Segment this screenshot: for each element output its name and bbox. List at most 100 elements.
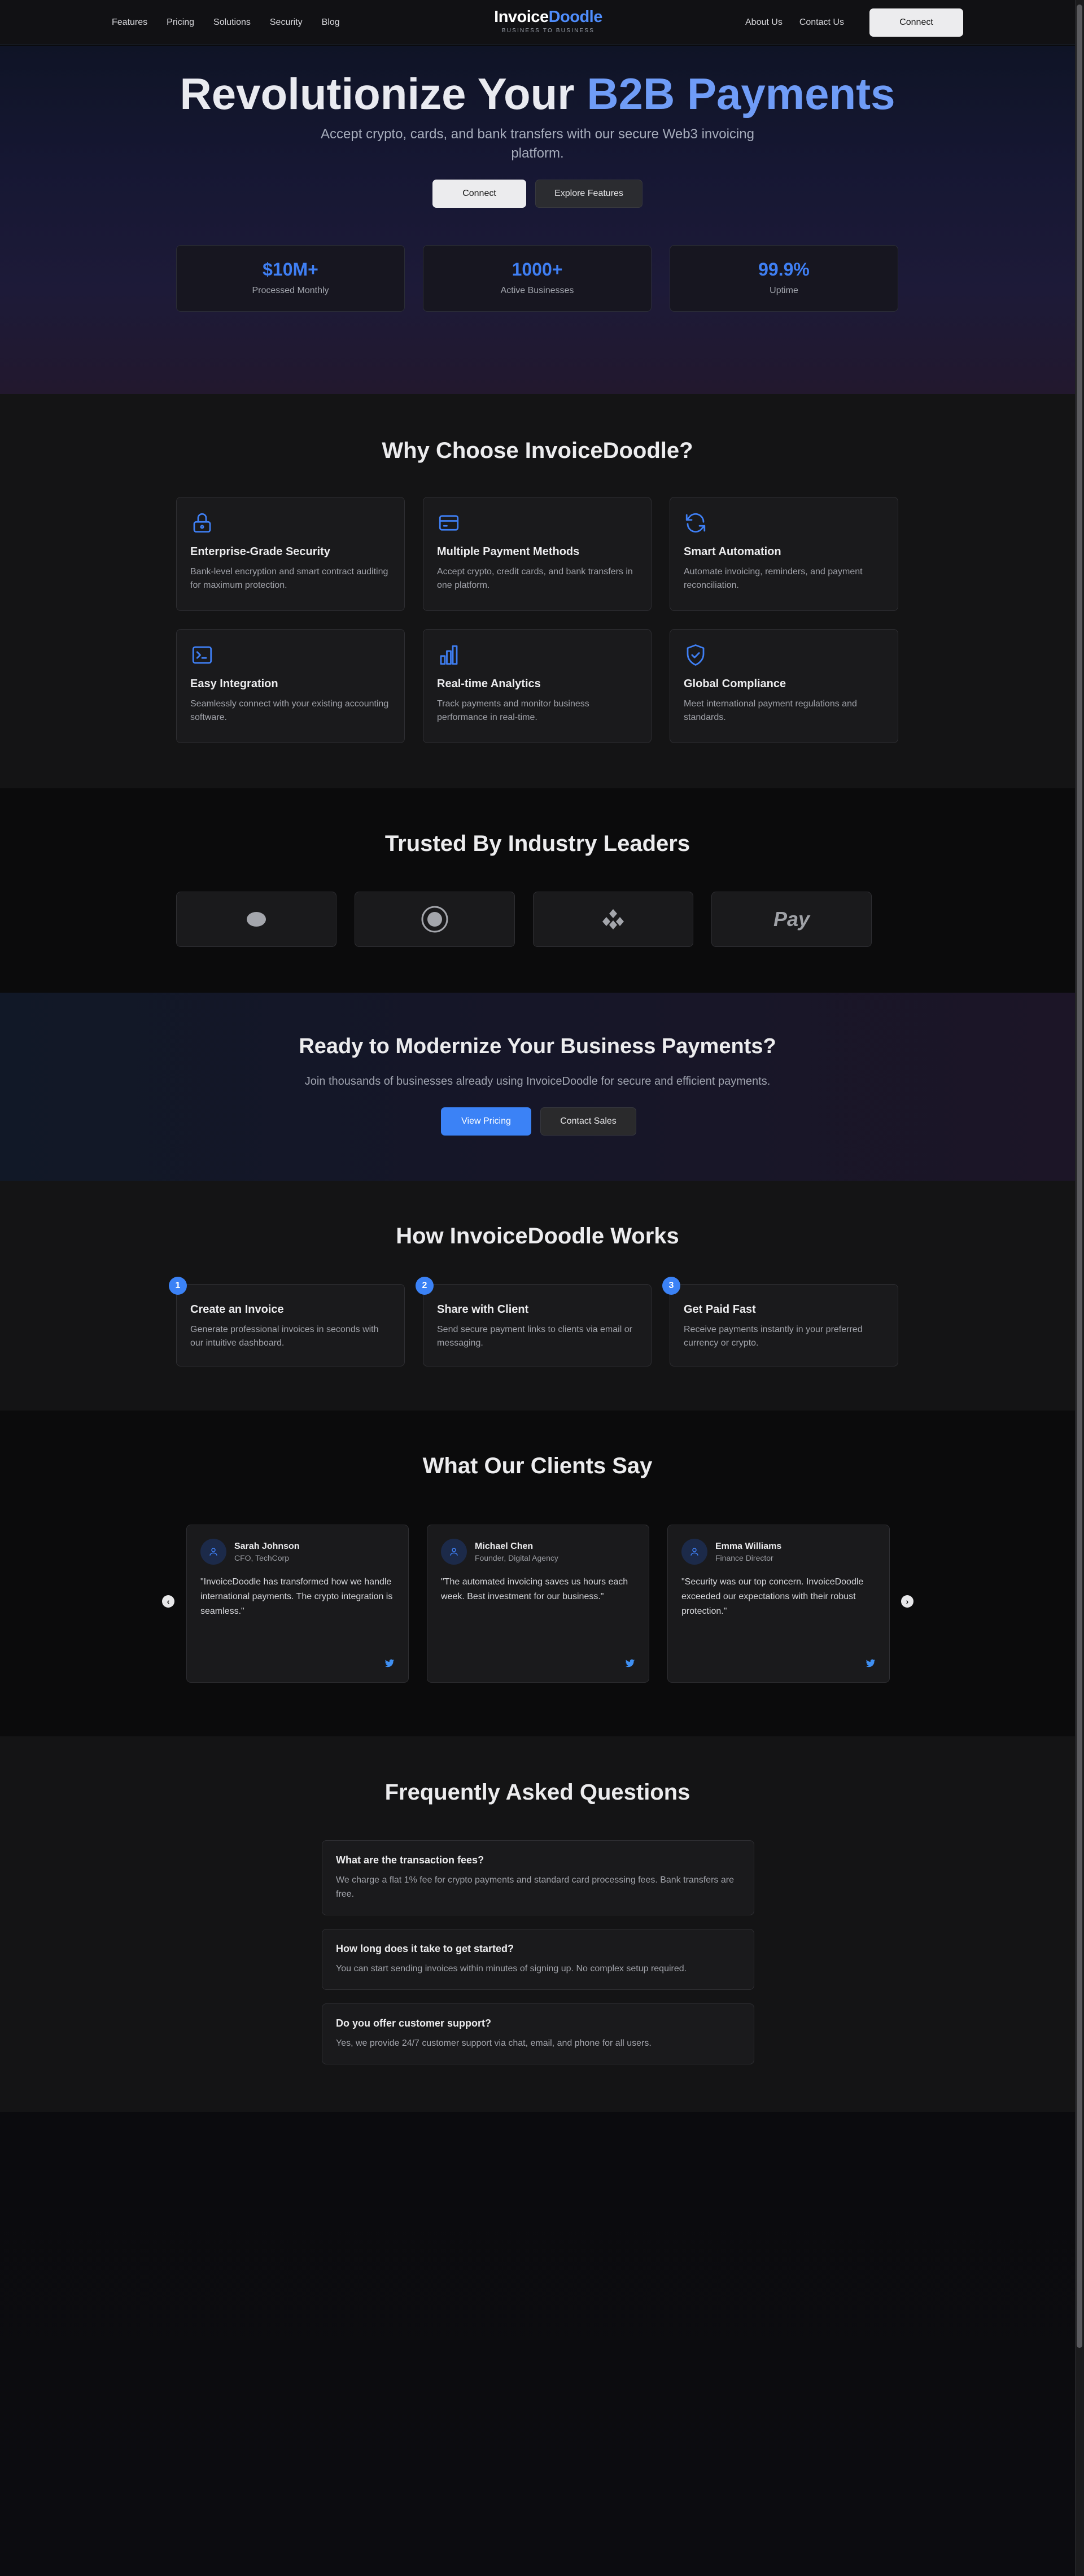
feature-title: Global Compliance [684,678,786,690]
avatar [441,1539,467,1565]
trusted-title: Trusted By Industry Leaders [384,831,690,856]
twitter-icon[interactable] [625,1658,635,1669]
faq-item[interactable]: Do you offer customer support? Yes, we p… [322,2003,754,2064]
stat-value: 1000+ [512,259,563,280]
faq-answer: You can start sending invoices within mi… [336,1964,687,1974]
testimonial-card: Michael Chen Founder, Digital Agency "Th… [427,1525,649,1683]
twitter-icon[interactable] [866,1658,876,1669]
testimonials-title: What Our Clients Say [422,1453,653,1478]
faq-answer: We charge a flat 1% fee for crypto payme… [336,1875,734,1899]
hero-title-part1: Revolutionize Your [180,69,575,119]
nav-link-solutions[interactable]: Solutions [213,18,251,28]
scrollbar-thumb[interactable] [1077,5,1082,2348]
hero-subtitle: Accept crypto, cards, and bank transfers… [321,126,754,161]
testimonial-role: Founder, Digital Agency [475,1553,558,1562]
pill-logo-icon [247,912,266,927]
feature-desc: Seamlessly connect with your existing ac… [190,699,389,722]
testimonial-role: Finance Director [715,1553,773,1562]
contact-sales-button[interactable]: Contact Sales [540,1107,636,1136]
faq-question: How long does it take to get started? [336,1943,514,1954]
faq-title: Frequently Asked Questions [384,1780,690,1805]
nav-link-features[interactable]: Features [112,18,147,28]
testimonial-author: Emma Williams Finance Director [715,1542,781,1562]
nav-right-links: About Us Contact Us [745,0,844,45]
feature-card: Smart Automation Automate invoicing, rem… [670,497,898,611]
nav-link-contact-us[interactable]: Contact Us [799,18,844,28]
testimonial-role: CFO, TechCorp [234,1553,289,1562]
cta-buttons: View Pricing Contact Sales [441,1107,636,1136]
step-desc: Generate professional invoices in second… [190,1325,379,1348]
hero-title-part2: B2B Payments [587,69,895,119]
step-card: 1 Create an Invoice Generate professiona… [169,1277,405,1366]
credit-card-icon [439,515,459,531]
logo-wordmark: InvoiceDoodle [492,8,605,26]
testimonial-header: Michael Chen Founder, Digital Agency [441,1539,635,1565]
stat-label: Uptime [770,286,798,295]
faq-item[interactable]: What are the transaction fees? We charge… [322,1840,754,1915]
feature-title: Multiple Payment Methods [437,545,580,558]
feature-desc: Bank-level encryption and smart contract… [190,567,388,590]
testimonial-quote: "The automated invoicing saves us hours … [441,1577,628,1601]
step-card: 2 Share with Client Send secure payment … [416,1277,652,1366]
how-title: How InvoiceDoodle Works [396,1224,679,1248]
nav-link-pricing[interactable]: Pricing [167,18,194,28]
terminal-icon [192,646,212,664]
step-number-badge: 3 [662,1277,680,1295]
logo-part-invoice: Invoice [494,8,549,26]
hero-connect-button[interactable]: Connect [432,180,526,208]
nav-link-security[interactable]: Security [270,18,303,28]
step-card: 3 Get Paid Fast Receive payments instant… [662,1277,898,1366]
user-icon [209,1548,217,1556]
twitter-icon[interactable] [384,1658,395,1669]
feature-title: Enterprise-Grade Security [190,545,330,558]
stat-card: $10M+ Processed Monthly [176,245,405,312]
feature-desc: Track payments and monitor business perf… [437,699,589,722]
steps-row: 1 Create an Invoice Generate professiona… [169,1277,898,1366]
testimonial-header: Sarah Johnson CFO, TechCorp [200,1539,395,1565]
chevron-right-icon[interactable]: › [901,1595,913,1608]
avatar [681,1539,707,1565]
step-desc: Receive payments instantly in your prefe… [684,1325,863,1348]
testimonial-quote: "Security was our top concern. InvoiceDo… [681,1577,864,1616]
partner-logos: Pay [176,892,872,947]
faq-question: Do you offer customer support? [336,2018,492,2029]
testimonial-card: Sarah Johnson CFO, TechCorp "InvoiceDood… [186,1525,409,1683]
feature-title: Real-time Analytics [437,678,541,690]
stat-label: Active Businesses [500,286,574,295]
refresh-icon [685,513,706,533]
testimonial-header: Emma Williams Finance Director [681,1539,876,1565]
stat-card: 1000+ Active Businesses [423,245,652,312]
step-title: Share with Client [437,1303,529,1316]
chevron-left-icon[interactable]: ‹ [162,1595,174,1608]
view-pricing-button[interactable]: View Pricing [441,1107,531,1136]
feature-card: Enterprise-Grade Security Bank-level enc… [176,497,405,611]
feature-desc: Meet international payment regulations a… [684,699,857,722]
lock-icon [193,513,211,533]
feature-desc: Automate invoicing, reminders, and payme… [684,567,863,590]
nav-link-about-us[interactable]: About Us [745,18,783,28]
cta-section: Ready to Modernize Your Business Payment… [0,993,1075,1181]
brand-logo[interactable]: InvoiceDoodle BUSINESS TO BUSINESS [492,8,605,34]
cta-title: Ready to Modernize Your Business Payment… [299,1034,776,1058]
diamonds-logo-icon [602,909,624,929]
faq-answer: Yes, we provide 24/7 customer support vi… [336,2038,652,2048]
testimonial-quote: "InvoiceDoodle has transformed how we ha… [200,1577,393,1616]
nav-link-blog[interactable]: Blog [322,18,340,28]
stat-card: 99.9% Uptime [670,245,898,312]
testimonials-carousel: Sarah Johnson CFO, TechCorp "InvoiceDood… [186,1525,890,1683]
testimonial-card: Emma Williams Finance Director "Security… [667,1525,890,1683]
testimonial-author: Michael Chen Founder, Digital Agency [475,1542,558,1562]
stat-label: Processed Monthly [252,286,329,295]
page-bottom-area [0,2112,1075,2576]
avatar [200,1539,226,1565]
cta-subtitle: Join thousands of businesses already usi… [304,1075,771,1088]
features-title: Why Choose InvoiceDoodle? [382,438,693,463]
scrollbar[interactable] [1075,0,1084,2576]
nav-connect-button[interactable]: Connect [869,8,963,37]
explore-features-button[interactable]: Explore Features [535,180,642,208]
faq-item[interactable]: How long does it take to get started? Yo… [322,1929,754,1990]
feature-desc: Accept crypto, credit cards, and bank tr… [437,567,633,590]
logo-tagline: BUSINESS TO BUSINESS [501,28,595,34]
step-title: Create an Invoice [190,1303,284,1316]
trusted-section: Trusted By Industry Leaders Pay [0,788,1075,993]
